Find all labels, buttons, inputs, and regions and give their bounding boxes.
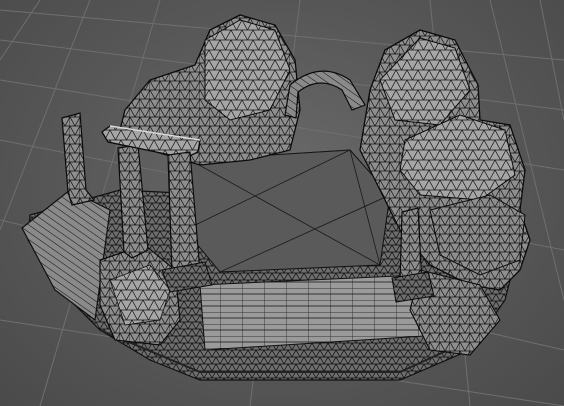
stair-ramp[interactable] bbox=[21, 189, 111, 322]
viewport-canvas[interactable] bbox=[0, 0, 564, 406]
3d-viewport[interactable] bbox=[0, 0, 564, 406]
post-back-left[interactable] bbox=[61, 112, 96, 206]
